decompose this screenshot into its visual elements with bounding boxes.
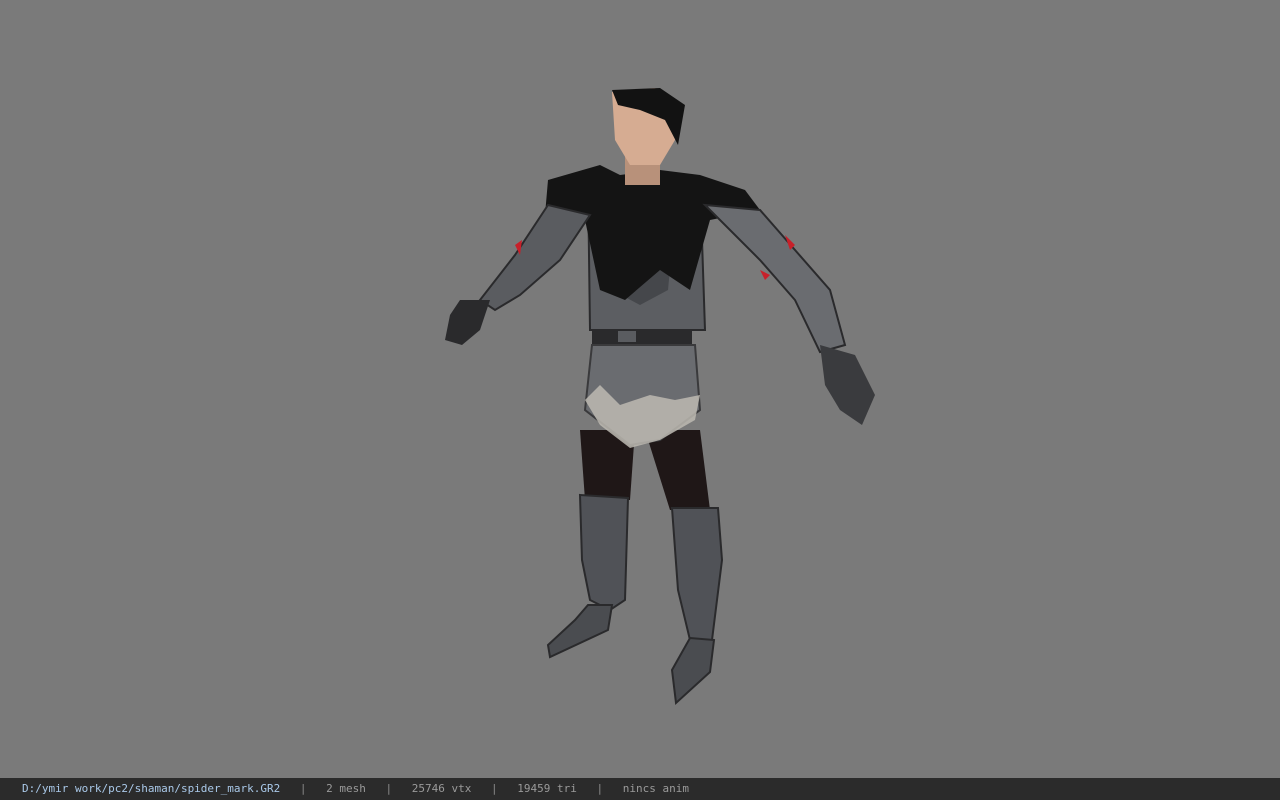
character-model-icon <box>445 88 875 706</box>
left-gauntlet <box>445 300 490 345</box>
arm-spike <box>760 270 770 280</box>
right-boot <box>670 636 716 706</box>
left-arm <box>478 203 592 312</box>
separator: | <box>299 782 307 795</box>
separator: | <box>596 782 604 795</box>
left-boot <box>546 604 614 659</box>
right-arm <box>702 203 847 354</box>
separator: | <box>385 782 393 795</box>
belt-buckle <box>618 330 636 342</box>
separator: | <box>491 782 498 795</box>
left-greave <box>578 493 630 612</box>
right-leg <box>645 430 710 510</box>
mesh-count: 2 mesh <box>326 782 366 795</box>
file-path: D:/ymir work/pc2/shaman/spider_mark.GR2 <box>22 782 281 795</box>
right-greave <box>670 507 724 641</box>
3d-viewport[interactable] <box>0 0 1280 778</box>
right-gauntlet <box>820 345 875 425</box>
triangle-count: 19459 tri <box>517 782 577 795</box>
vertex-count: 25746 vtx <box>411 782 472 795</box>
anim-status: nincs anim <box>622 782 689 795</box>
statusbar: D:/ymir work/pc2/shaman/spider_mark.GR2 … <box>0 778 1280 800</box>
